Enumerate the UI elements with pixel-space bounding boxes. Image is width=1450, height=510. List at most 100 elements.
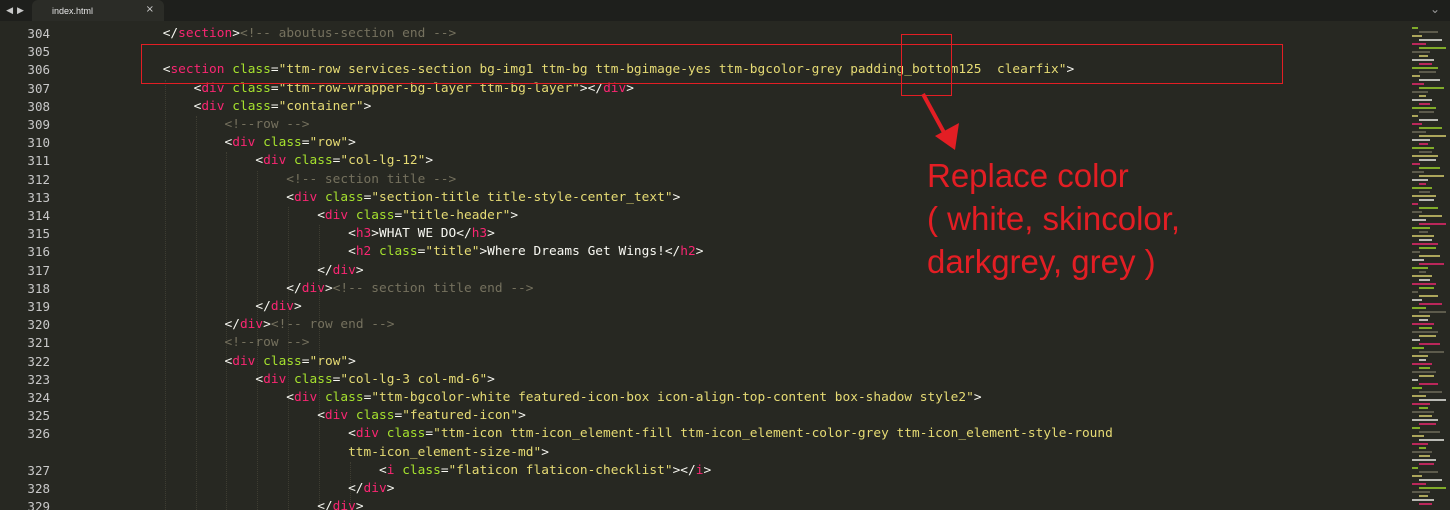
minimap-line	[1412, 347, 1424, 349]
line-number: 311	[27, 153, 50, 169]
minimap-line	[1412, 75, 1420, 77]
code-line[interactable]: </div>	[70, 480, 394, 498]
close-icon[interactable]: ×	[146, 4, 154, 15]
tab-index-html[interactable]: index.html ×	[32, 0, 164, 21]
annotation-line-3: darkgrey, grey )	[927, 243, 1156, 280]
code-line[interactable]: <div class="ttm-bgcolor-white featured-i…	[70, 389, 982, 407]
minimap-line	[1419, 119, 1438, 121]
code-line[interactable]: </div>	[70, 298, 302, 316]
code-line[interactable]: <div class="section-title title-style-ce…	[70, 189, 680, 207]
minimap-line	[1412, 259, 1424, 261]
minimap-line	[1419, 191, 1430, 193]
code-line[interactable]: <h3>WHAT WE DO</h3>	[70, 225, 495, 243]
minimap-line	[1412, 491, 1430, 493]
minimap-line	[1412, 299, 1422, 301]
minimap-line	[1412, 427, 1420, 429]
code-line[interactable]: <!--row -->	[70, 334, 310, 352]
line-number: 325	[27, 408, 50, 424]
minimap-line	[1412, 499, 1434, 501]
minimap-line	[1412, 123, 1422, 125]
minimap-line	[1412, 339, 1420, 341]
minimap-line	[1419, 495, 1428, 497]
minimap-line	[1419, 71, 1436, 73]
minimap-line	[1419, 199, 1434, 201]
minimap-line	[1419, 271, 1426, 273]
minimap-line	[1419, 399, 1446, 401]
chevron-down-icon[interactable]: ⌄	[1430, 2, 1440, 16]
code-line[interactable]: </div><!-- section title end -->	[70, 280, 534, 298]
code-line[interactable]: <div class="col-lg-3 col-md-6">	[70, 371, 495, 389]
minimap-line	[1419, 63, 1432, 65]
line-number: 329	[27, 499, 50, 510]
code-line[interactable]: ttm-icon_element-size-md">	[70, 444, 549, 462]
code-line[interactable]: </div>	[70, 498, 364, 510]
minimap-line	[1412, 315, 1430, 317]
minimap-line	[1419, 383, 1438, 385]
minimap-line	[1412, 395, 1426, 397]
code-line[interactable]: <div class="row">	[70, 134, 356, 152]
minimap-line	[1412, 179, 1428, 181]
line-number: 326	[27, 426, 50, 442]
code-line[interactable]: <!--row -->	[70, 116, 310, 134]
line-number: 317	[27, 262, 50, 278]
code-line[interactable]: <div class="title-header">	[70, 207, 518, 225]
minimap-line	[1419, 207, 1438, 209]
minimap-line	[1412, 403, 1430, 405]
line-number: 315	[27, 226, 50, 242]
minimap-line	[1412, 291, 1418, 293]
code-line[interactable]: <div class="container">	[70, 98, 372, 116]
tab-navigation: ◀ ▶	[0, 0, 30, 21]
minimap-line	[1419, 255, 1440, 257]
line-number: 307	[27, 80, 50, 96]
minimap-line	[1412, 443, 1428, 445]
minimap-line	[1419, 183, 1426, 185]
minimap-line	[1412, 251, 1420, 253]
minimap-line	[1419, 159, 1436, 161]
minimap-line	[1412, 419, 1438, 421]
minimap-line	[1419, 287, 1434, 289]
code-line[interactable]: <i class="flaticon flaticon-checklist"><…	[70, 462, 711, 480]
minimap-line	[1419, 135, 1446, 137]
minimap-line	[1419, 151, 1432, 153]
minimap-line	[1419, 503, 1432, 505]
minimap-line	[1412, 379, 1418, 381]
code-line[interactable]: <div class="ttm-icon ttm-icon_element-fi…	[70, 425, 1113, 443]
minimap-line	[1412, 147, 1434, 149]
minimap-line	[1412, 475, 1422, 477]
line-number: 308	[27, 98, 50, 114]
tab-title: index.html	[52, 5, 94, 16]
minimap-line	[1419, 167, 1440, 169]
minimap-line	[1419, 239, 1432, 241]
minimap-line	[1412, 91, 1428, 93]
minimap-line	[1419, 439, 1444, 441]
minimap-line	[1419, 375, 1434, 377]
minimap-line	[1412, 411, 1434, 413]
minimap-line	[1412, 155, 1438, 157]
minimap-line	[1419, 319, 1428, 321]
code-line[interactable]: </section><!-- aboutus-section end -->	[70, 25, 457, 43]
tab-forward-icon[interactable]: ▶	[17, 6, 24, 16]
minimap[interactable]	[1410, 21, 1450, 510]
code-line[interactable]: <!-- section title -->	[70, 171, 456, 189]
minimap-line	[1419, 343, 1440, 345]
minimap-line	[1419, 431, 1440, 433]
annotation-text: Replace color ( white, skincolor, darkgr…	[927, 154, 1247, 283]
line-number: 320	[27, 317, 50, 333]
code-line[interactable]: <div class="col-lg-12">	[70, 152, 433, 170]
minimap-line	[1412, 227, 1430, 229]
code-line[interactable]: <div class="row">	[70, 353, 356, 371]
minimap-line	[1412, 219, 1426, 221]
minimap-line	[1412, 83, 1424, 85]
minimap-line	[1412, 243, 1438, 245]
code-line[interactable]: <h2 class="title">Where Dreams Get Wings…	[70, 243, 703, 261]
minimap-line	[1419, 391, 1442, 393]
code-line[interactable]: <div class="featured-icon">	[70, 407, 526, 425]
minimap-line	[1419, 295, 1438, 297]
code-line[interactable]: </div>	[70, 262, 364, 280]
line-number: 309	[27, 117, 50, 132]
tab-back-icon[interactable]: ◀	[6, 6, 13, 16]
minimap-line	[1419, 39, 1442, 41]
code-line[interactable]: </div><!-- row end -->	[70, 316, 395, 334]
line-number: 323	[27, 371, 50, 387]
line-number: 306	[27, 62, 50, 78]
